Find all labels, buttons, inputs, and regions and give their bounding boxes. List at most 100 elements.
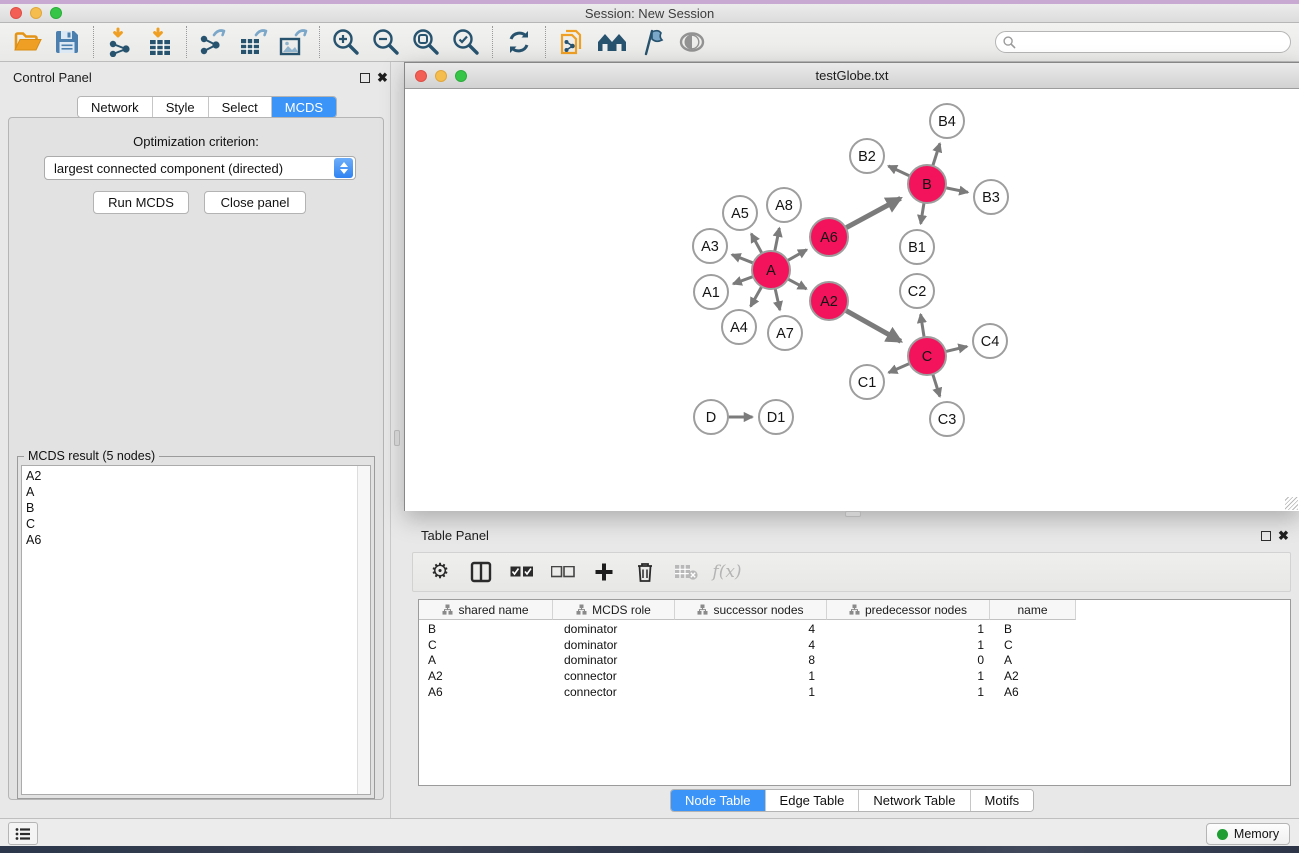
select-all-button[interactable]	[509, 559, 535, 585]
add-column-button[interactable]	[591, 559, 617, 585]
import-network-button[interactable]	[103, 25, 137, 59]
float-table-panel-icon[interactable]	[1261, 531, 1271, 541]
tab-edge-table[interactable]: Edge Table	[766, 790, 860, 811]
table-settings-button[interactable]: ⚙	[427, 559, 453, 585]
close-table-panel-icon[interactable]: ✖	[1278, 529, 1289, 543]
edge-A-A7[interactable]	[775, 289, 780, 310]
edge-A-A3[interactable]	[732, 255, 753, 263]
edge-C-C4[interactable]	[945, 346, 967, 351]
delete-column-button[interactable]	[632, 559, 658, 585]
edge-A-A5[interactable]	[751, 234, 762, 254]
zoom-in-button[interactable]	[329, 25, 363, 59]
edge-A2-C[interactable]	[846, 310, 901, 341]
close-panel-button[interactable]: Close panel	[204, 191, 306, 214]
save-session-button[interactable]	[50, 25, 84, 59]
export-image-button[interactable]	[276, 25, 310, 59]
edge-A-A6[interactable]	[788, 250, 807, 261]
open-session-button[interactable]	[10, 25, 44, 59]
export-table-button[interactable]	[236, 25, 270, 59]
node-C1[interactable]: C1	[850, 365, 884, 399]
node-A[interactable]: A	[752, 251, 790, 289]
edge-A6-B[interactable]	[846, 198, 901, 228]
edge-B-B1[interactable]	[921, 203, 924, 224]
window-resize-grip[interactable]	[1285, 497, 1298, 510]
first-neighbors-button[interactable]	[595, 25, 629, 59]
edge-C-C3[interactable]	[933, 374, 940, 396]
table-row[interactable]: Cdominator41C	[419, 637, 1290, 653]
delete-table-button[interactable]	[673, 559, 699, 585]
search-field[interactable]	[995, 31, 1291, 53]
edge-A-A1[interactable]	[733, 277, 753, 284]
edge-B-B3[interactable]	[946, 188, 968, 193]
edge-B-B4[interactable]	[933, 143, 940, 165]
horizontal-splitter-handle[interactable]	[845, 511, 861, 517]
edge-A-A4[interactable]	[751, 287, 762, 307]
mcds-result-item[interactable]: B	[22, 500, 370, 516]
node-B3[interactable]: B3	[974, 180, 1008, 214]
node-A5[interactable]: A5	[723, 196, 757, 230]
mcds-result-item[interactable]: C	[22, 516, 370, 532]
deselect-all-button[interactable]	[550, 559, 576, 585]
node-C2[interactable]: C2	[900, 274, 934, 308]
network-window-titlebar[interactable]: testGlobe.txt	[405, 63, 1299, 89]
node-A2[interactable]: A2	[810, 282, 848, 320]
node-B1[interactable]: B1	[900, 230, 934, 264]
column-header-predecessor-nodes[interactable]: predecessor nodes	[827, 600, 990, 620]
zoom-fit-button[interactable]	[409, 25, 443, 59]
node-B2[interactable]: B2	[850, 139, 884, 173]
node-A8[interactable]: A8	[767, 188, 801, 222]
column-header-successor-nodes[interactable]: successor nodes	[675, 600, 827, 620]
run-mcds-button[interactable]: Run MCDS	[93, 191, 189, 214]
show-all-button[interactable]	[675, 25, 709, 59]
network-canvas[interactable]: A A1 A2 A3 A4 A5 A6 A7 A8 B B1 B2 B3 B4 C C1 C2 C3 C4 D D1	[405, 89, 1299, 511]
edge-A-A2[interactable]	[788, 279, 807, 289]
memory-button[interactable]: Memory	[1206, 823, 1290, 845]
tab-network-table[interactable]: Network Table	[859, 790, 970, 811]
close-panel-icon[interactable]: ✖	[377, 71, 388, 85]
node-A1[interactable]: A1	[694, 275, 728, 309]
import-table-button[interactable]	[143, 25, 177, 59]
tab-mcds[interactable]: MCDS	[272, 97, 336, 117]
criterion-dropdown[interactable]: largest connected component (directed)	[44, 156, 356, 180]
search-input[interactable]	[1016, 33, 1290, 51]
tab-node-table[interactable]: Node Table	[671, 790, 766, 811]
tab-select[interactable]: Select	[209, 97, 272, 117]
node-D1[interactable]: D1	[759, 400, 793, 434]
node-C3[interactable]: C3	[930, 402, 964, 436]
show-columns-button[interactable]	[468, 559, 494, 585]
node-A7[interactable]: A7	[768, 316, 802, 350]
edge-A-A8[interactable]	[775, 228, 780, 251]
edge-C-C2[interactable]	[921, 314, 925, 337]
tab-network[interactable]: Network	[78, 97, 153, 117]
table-row[interactable]: Adominator80A	[419, 652, 1290, 668]
table-row[interactable]: A6connector11A6	[419, 684, 1290, 700]
node-B4[interactable]: B4	[930, 104, 964, 138]
mcds-result-item[interactable]: A6	[22, 532, 370, 548]
table-row[interactable]: A2connector11A2	[419, 668, 1290, 684]
mcds-result-item[interactable]: A2	[22, 468, 370, 484]
column-header-name[interactable]: name	[990, 600, 1076, 620]
node-A3[interactable]: A3	[693, 229, 727, 263]
column-header-shared-name[interactable]: shared name	[419, 600, 553, 620]
node-C[interactable]: C	[908, 337, 946, 375]
mcds-list-scrollbar[interactable]	[357, 466, 370, 794]
refresh-view-button[interactable]	[502, 25, 536, 59]
node-C4[interactable]: C4	[973, 324, 1007, 358]
node-B[interactable]: B	[908, 165, 946, 203]
vertical-splitter-handle[interactable]	[394, 430, 400, 446]
node-A4[interactable]: A4	[722, 310, 756, 344]
edge-C-C1[interactable]	[889, 364, 910, 373]
node-D[interactable]: D	[694, 400, 728, 434]
task-history-button[interactable]	[8, 822, 38, 845]
node-A6[interactable]: A6	[810, 218, 848, 256]
mcds-result-item[interactable]: A	[22, 484, 370, 500]
export-network-button[interactable]	[196, 25, 230, 59]
edge-B-B2[interactable]	[888, 166, 909, 176]
float-panel-icon[interactable]	[360, 73, 370, 83]
table-row[interactable]: Bdominator41B	[419, 621, 1290, 637]
new-network-from-selection-button[interactable]	[555, 25, 589, 59]
zoom-selected-button[interactable]	[449, 25, 483, 59]
tab-motifs[interactable]: Motifs	[971, 790, 1034, 811]
column-header-mcds-role[interactable]: MCDS role	[553, 600, 675, 620]
tab-style[interactable]: Style	[153, 97, 209, 117]
